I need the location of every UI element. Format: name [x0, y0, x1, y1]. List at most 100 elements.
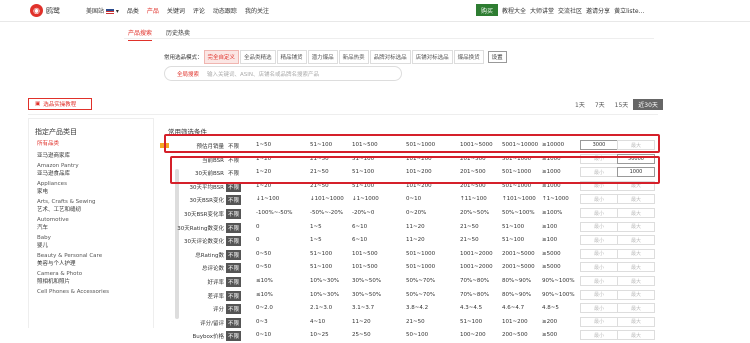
nav-item-product[interactable]: 产品	[147, 6, 159, 15]
filter-option[interactable]: ≥200	[542, 319, 557, 325]
nav-item-follow[interactable]: 我的关注	[245, 6, 269, 15]
filter-option[interactable]: 0~10	[406, 196, 421, 202]
filter-option[interactable]: ↑11~100	[460, 196, 487, 202]
filter-option[interactable]: 10%~30%	[310, 278, 339, 284]
mode-chip-potential[interactable]: 潜力爆品	[307, 50, 338, 64]
filter-option[interactable]: 101~200	[502, 319, 528, 325]
nav-invite[interactable]: 邀请分享	[586, 6, 610, 15]
filter-unlimited[interactable]: 不限	[226, 317, 242, 328]
tutorial-button[interactable]: ▣ 选品实操教程	[28, 98, 92, 110]
filter-unlimited[interactable]: 不限	[226, 222, 242, 233]
filter-min-input[interactable]: 最小	[580, 303, 618, 314]
site-selector[interactable]: 美国站 ▾	[86, 6, 119, 15]
filter-min-input[interactable]: 最小	[580, 289, 618, 300]
filter-option[interactable]: ↑1~1000	[542, 196, 569, 202]
filter-option[interactable]: 2001~5000	[502, 251, 535, 257]
filter-option[interactable]: 50%~70%	[406, 292, 435, 298]
search-input[interactable]: 全局搜索 输入关键词、ASIN、店铺名或品牌名搜索产品	[164, 66, 402, 81]
filter-option[interactable]: 0	[256, 237, 260, 243]
category-item[interactable]: 亚马逊商家库	[29, 153, 153, 161]
mode-chip-swap[interactable]: 爆品换货	[453, 50, 484, 64]
filter-max-input[interactable]: 最大	[617, 316, 655, 327]
filter-option[interactable]: 0~50	[256, 264, 271, 270]
filter-option[interactable]: 50%~70%	[406, 278, 435, 284]
filter-option[interactable]: 4.3~4.5	[460, 305, 482, 311]
category-item[interactable]: Cell Phones & Accessories	[29, 289, 153, 297]
filter-option[interactable]: 30%~50%	[352, 278, 381, 284]
category-item[interactable]: Baby 婴儿	[29, 235, 153, 250]
nav-item-review[interactable]: 评论	[193, 6, 205, 15]
category-item[interactable]: Automotive 汽车	[29, 217, 153, 232]
filter-option[interactable]: 70%~80%	[460, 278, 489, 284]
filter-unlimited[interactable]: 不限	[226, 195, 242, 206]
filter-option[interactable]: ↓1~100	[256, 196, 279, 202]
nav-community[interactable]: 交流社区	[558, 6, 582, 15]
filter-option[interactable]: 3.8~4.2	[406, 305, 428, 311]
filter-min-input[interactable]: 最小	[580, 316, 618, 327]
filter-option[interactable]: 1~5	[310, 237, 322, 243]
filter-max-input[interactable]: 最大	[617, 235, 655, 246]
mode-chip-custom[interactable]: 完全自定义	[203, 50, 240, 64]
filter-option[interactable]: 51~100	[460, 319, 482, 325]
filter-option[interactable]: 0~50	[256, 251, 271, 257]
filter-unlimited[interactable]: 不限	[226, 249, 242, 260]
filter-option[interactable]: -50%~-20%	[310, 210, 343, 216]
nav-tutorials[interactable]: 教程大全	[502, 6, 526, 15]
filter-option[interactable]: 80%~90%	[502, 292, 531, 298]
filter-option[interactable]: -100%~-50%	[256, 210, 293, 216]
filter-max-input[interactable]: 最大	[617, 208, 655, 218]
filter-option[interactable]: 90%~100%	[542, 278, 575, 284]
filter-option[interactable]: 101~500	[352, 264, 378, 270]
filter-option[interactable]: 2.1~3.0	[310, 305, 332, 311]
filter-option[interactable]: ≤10%	[256, 278, 273, 284]
mode-chip-all[interactable]: 全品类精选	[240, 50, 276, 64]
filter-option[interactable]: 501~1000	[406, 264, 435, 270]
search-scope-dropdown[interactable]: 全局搜索	[165, 70, 207, 78]
filter-option[interactable]: 11~20	[406, 224, 425, 230]
filter-option[interactable]: 100~200	[460, 332, 486, 338]
filter-unlimited[interactable]: 不限	[226, 331, 242, 342]
filter-option[interactable]: 50~100	[406, 332, 428, 338]
filter-option[interactable]: 0~2.0	[256, 305, 273, 311]
filter-option[interactable]: 11~20	[352, 319, 371, 325]
filter-option[interactable]: ≤10%	[256, 292, 273, 298]
category-all[interactable]: 所有品类	[29, 141, 153, 149]
filter-option[interactable]: ≥100%	[542, 210, 562, 216]
user-menu[interactable]: 黄立liste...	[614, 6, 644, 15]
filter-option[interactable]: 6~10	[352, 237, 367, 243]
filter-option[interactable]: 6~10	[352, 224, 367, 230]
filter-min-input[interactable]: 最小	[580, 235, 618, 246]
filter-option[interactable]: 4.8~5	[542, 305, 559, 311]
time-7d[interactable]: 7天	[590, 99, 610, 110]
category-item[interactable]: Beauty & Personal Care 美容与个人护理	[29, 253, 153, 268]
category-item[interactable]: Amazon Pantry 亚马逊食品库	[29, 163, 153, 178]
filter-option[interactable]: 50%~100%	[502, 210, 535, 216]
time-15d[interactable]: 15天	[610, 99, 634, 110]
filter-max-input[interactable]: 最大	[617, 221, 655, 232]
mode-chip-boutique[interactable]: 精品铺货	[276, 50, 307, 64]
filter-option[interactable]: 0	[256, 224, 260, 230]
mode-chip-new[interactable]: 新品热卖	[338, 50, 369, 64]
filter-unlimited[interactable]: 不限	[226, 236, 242, 247]
filter-max-input[interactable]: 最大	[617, 330, 655, 341]
filter-option[interactable]: ↓101~1000	[310, 196, 344, 202]
filter-option[interactable]: 1001~2000	[460, 251, 493, 257]
nav-item-tracking[interactable]: 动态跟踪	[213, 6, 237, 15]
filter-option[interactable]: 11~20	[406, 237, 425, 243]
logo[interactable]: ◉ 鸥鹭	[30, 4, 60, 17]
filter-option[interactable]: 51~100	[502, 224, 524, 230]
filter-option[interactable]: 21~50	[406, 319, 425, 325]
filter-option[interactable]: 25~50	[352, 332, 371, 338]
filter-option[interactable]: 10%~30%	[310, 292, 339, 298]
filter-min-input[interactable]: 最小	[580, 262, 618, 273]
category-item[interactable]: Appliances 家电	[29, 181, 153, 196]
filter-option[interactable]: 10~25	[310, 332, 329, 338]
filter-max-input[interactable]: 最大	[617, 194, 655, 205]
nav-masterclass[interactable]: 大师讲堂	[530, 6, 554, 15]
nav-item-category[interactable]: 品类	[127, 6, 139, 15]
filter-option[interactable]: 90%~100%	[542, 292, 575, 298]
filter-option[interactable]: 80%~90%	[502, 278, 531, 284]
filter-option[interactable]: 3.1~3.7	[352, 305, 374, 311]
filter-min-input[interactable]: 最小	[580, 221, 618, 232]
filter-option[interactable]: ↑101~1000	[502, 196, 536, 202]
